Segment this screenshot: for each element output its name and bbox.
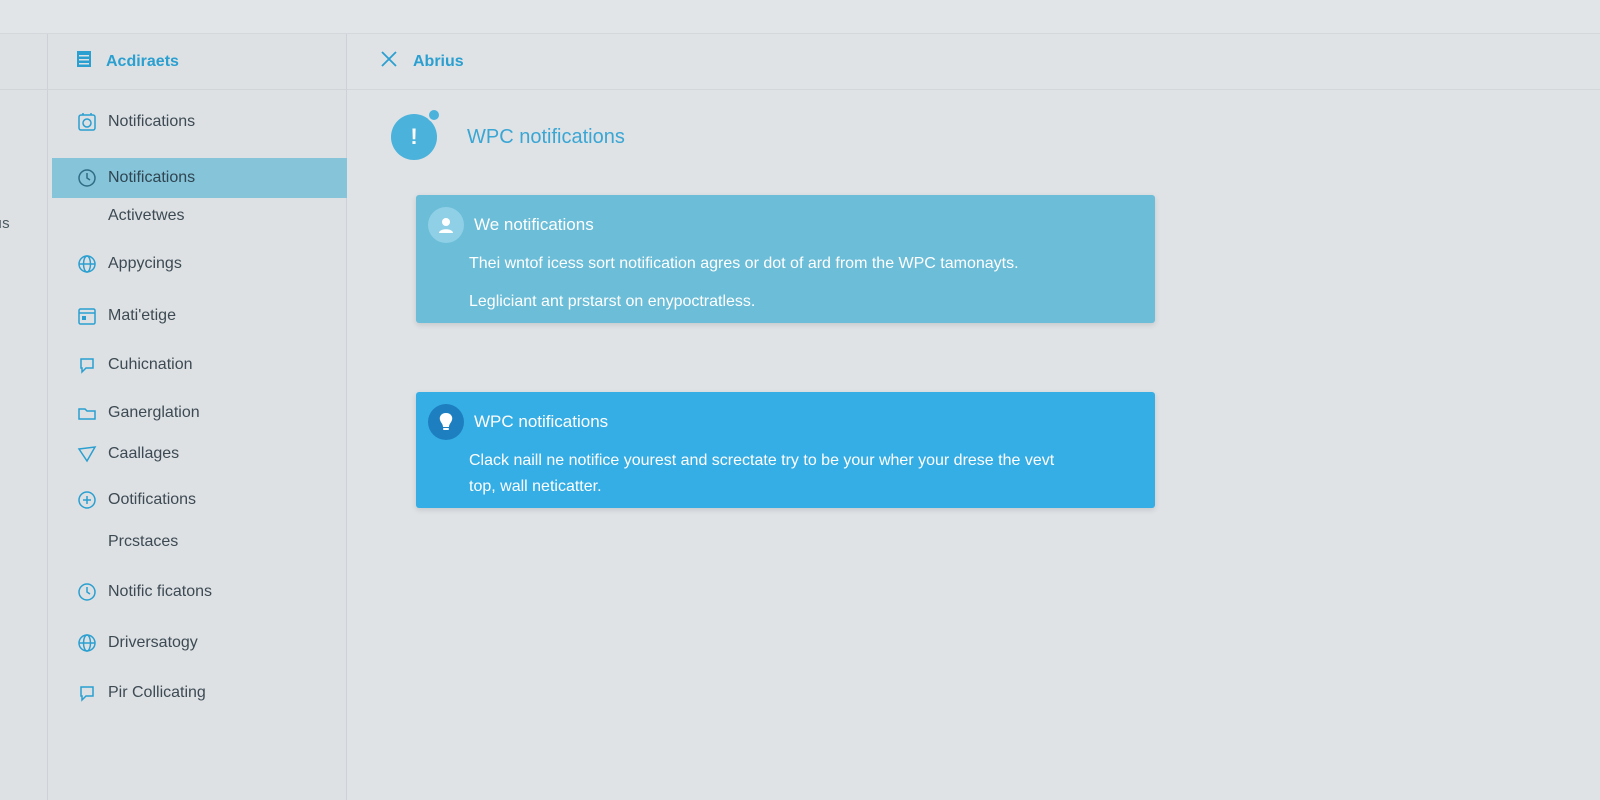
- sidebar: Acdiraets Notifications Notifications Ac…: [48, 34, 347, 800]
- card-text: top, wall neticatter.: [469, 478, 602, 495]
- sidebar-item-label: Notific ficatons: [108, 583, 213, 600]
- globe-icon: [76, 632, 98, 654]
- sidebar-item-label: Notifications: [108, 113, 196, 130]
- sidebar-item-label: Cuhicnation: [108, 356, 193, 373]
- card-text: Thei wntof icess sort notification agres…: [469, 255, 1019, 272]
- shield-icon: [76, 443, 98, 465]
- sidebar-item-label: Notifications: [108, 169, 196, 186]
- sidebar-item-cuhicnation[interactable]: Cuhicnation: [52, 345, 347, 385]
- chat-icon: [76, 354, 98, 376]
- sidebar-item-notifications[interactable]: Notifications: [52, 102, 347, 142]
- clock-icon: [76, 167, 98, 189]
- bell-icon: [76, 111, 98, 133]
- lightbulb-icon: [428, 404, 464, 440]
- main-header: Abrius: [347, 34, 1600, 90]
- sidebar-item-label: Activetwes: [108, 207, 185, 224]
- chat-icon: [76, 682, 98, 704]
- sidebar-item-appycings[interactable]: Appycings: [52, 244, 347, 284]
- page-heading: ! WPC notifications: [391, 108, 625, 160]
- sidebar-item-label: Mati'etige: [108, 307, 176, 324]
- calendar-icon: [76, 305, 98, 327]
- alert-icon: !: [391, 108, 441, 160]
- notification-card[interactable]: We notifications Thei wntof icess sort n…: [416, 195, 1155, 323]
- folder-icon: [76, 402, 98, 424]
- sidebar-item-prcstaces[interactable]: Prcstaces: [52, 522, 347, 562]
- sidebar-item-ootifications[interactable]: Ootifications: [52, 480, 347, 520]
- notification-dot: [427, 108, 441, 122]
- rail-divider: [0, 89, 48, 90]
- sidebar-item-label: Driversatogy: [108, 634, 198, 651]
- card-title: We notifications: [474, 215, 594, 234]
- clock-icon: [76, 581, 98, 603]
- sidebar-item-label: Ganerglation: [108, 404, 200, 421]
- sidebar-item-notifications-active[interactable]: Notifications: [52, 158, 347, 198]
- sidebar-item-matietige[interactable]: Mati'etige: [52, 296, 347, 336]
- card-body: Thei wntof icess sort notification agres…: [416, 251, 1155, 315]
- notification-card[interactable]: WPC notifications Clack naill ne notific…: [416, 392, 1155, 508]
- plus-circle-icon: [76, 489, 98, 511]
- card-body: Clack naill ne notifice yourest and scre…: [416, 448, 1155, 500]
- sidebar-item-ganerglation[interactable]: Ganerglation: [52, 393, 347, 433]
- sidebar-item-driversatogy[interactable]: Driversatogy: [52, 623, 347, 663]
- sidebar-header: Acdiraets: [48, 34, 346, 90]
- main-content: Abrius ! WPC notifications We notificati…: [347, 34, 1600, 800]
- card-header: We notifications: [416, 195, 1155, 243]
- sidebar-item-label: Caallages: [108, 445, 180, 462]
- main-header-title: Abrius: [413, 52, 464, 70]
- sidebar-item-label: Appycings: [108, 255, 182, 272]
- left-rail: ıs: [0, 34, 48, 800]
- top-bar: [0, 0, 1600, 34]
- sidebar-item-label: Ootifications: [108, 491, 197, 508]
- sidebar-item-label: Prcstaces: [108, 533, 179, 550]
- user-avatar-icon: [428, 207, 464, 243]
- close-icon[interactable]: [379, 49, 399, 74]
- card-text: Legliciant ant prstarst on enypoctratles…: [469, 293, 756, 310]
- sidebar-item-pir-collicating[interactable]: Pir Collicating: [52, 673, 347, 713]
- sidebar-item-activetwes[interactable]: Activetwes: [52, 196, 347, 236]
- card-header: WPC notifications: [416, 392, 1155, 440]
- page-title: WPC notifications: [467, 125, 625, 148]
- sidebar-title: Acdiraets: [106, 52, 179, 70]
- rail-partial-label[interactable]: ıs: [0, 215, 10, 232]
- card-text: Clack naill ne notifice yourest and scre…: [469, 452, 1055, 469]
- sidebar-item-caallages[interactable]: Caallages: [52, 434, 347, 474]
- sidebar-item-notific-ficatons[interactable]: Notific ficatons: [52, 572, 347, 612]
- sidebar-item-label: Pir Collicating: [108, 684, 206, 701]
- app-window: ıs Acdiraets Notifications Notifications…: [0, 0, 1600, 800]
- card-title: WPC notifications: [474, 412, 609, 431]
- document-icon: [76, 50, 92, 73]
- globe-icon: [76, 253, 98, 275]
